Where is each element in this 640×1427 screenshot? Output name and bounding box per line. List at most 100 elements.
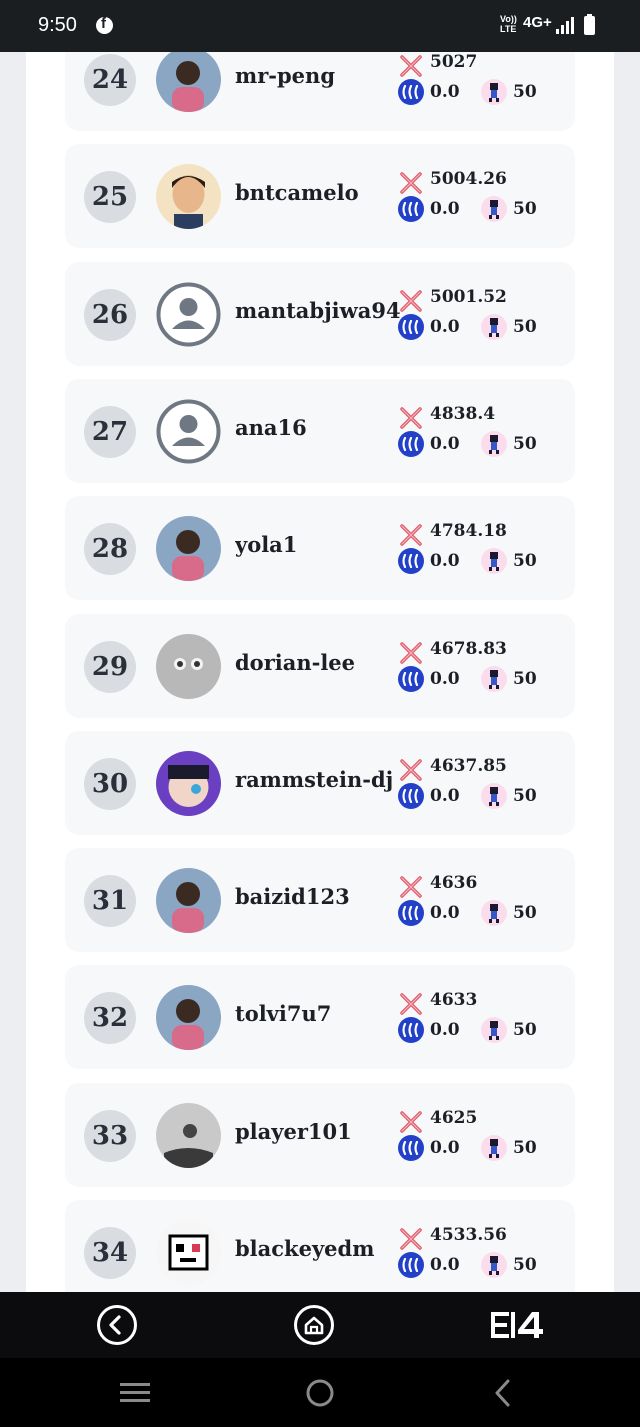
status-bar: 9:50 f Vo)) LTE 4G+ xyxy=(0,0,640,52)
back-button[interactable] xyxy=(97,1305,137,1345)
leaderboard-row[interactable]: 24 mr-peng 5027 0.0 50 xyxy=(65,52,575,131)
rank-badge: 28 xyxy=(84,523,136,575)
crossed-swords-icon xyxy=(399,1110,423,1134)
leaderboard-panel[interactable]: 24 mr-peng 5027 0.0 50 25 bntcamelo 5004.26 0.0 5… xyxy=(26,52,614,1292)
leaderboard-row[interactable]: 29 dorian-lee 4678.83 0.0 50 xyxy=(65,614,575,718)
recents-icon[interactable] xyxy=(118,1380,152,1406)
crossed-swords-icon xyxy=(399,992,423,1016)
steem-reward: 0.0 xyxy=(430,317,460,337)
rank-badge: 32 xyxy=(84,992,136,1044)
rank-badge: 29 xyxy=(84,641,136,693)
steem-reward: 0.0 xyxy=(430,199,460,219)
steem-icon xyxy=(398,666,424,692)
character-icon xyxy=(481,1252,507,1278)
signal-icon xyxy=(556,17,574,34)
user-avatar[interactable] xyxy=(156,164,221,229)
character-icon xyxy=(481,314,507,340)
user-avatar[interactable] xyxy=(156,868,221,933)
home-button[interactable] xyxy=(294,1305,334,1345)
steem-icon xyxy=(398,548,424,574)
steem-icon xyxy=(398,900,424,926)
steem-reward: 0.0 xyxy=(430,551,460,571)
leaderboard-row[interactable]: 30 rammstein-dj 4637.85 0.0 50 xyxy=(65,731,575,835)
steem-icon xyxy=(398,1252,424,1278)
facebook-icon: f xyxy=(96,15,113,34)
back-icon xyxy=(109,1315,121,1335)
battle-score: 4784.18 xyxy=(430,521,507,541)
leaderboard-row[interactable]: 32 tolvi7u7 4633 0.0 50 xyxy=(65,965,575,1069)
steem-icon xyxy=(398,1135,424,1161)
battery-icon xyxy=(584,14,595,35)
battle-score: 4633 xyxy=(430,990,478,1010)
system-nav-bar xyxy=(0,1358,640,1427)
rank-badge: 24 xyxy=(84,54,136,106)
battle-score: 4637.85 xyxy=(430,756,507,776)
leaderboard-row[interactable]: 25 bntcamelo 5004.26 0.0 50 xyxy=(65,144,575,248)
steem-icon xyxy=(398,1017,424,1043)
user-avatar[interactable] xyxy=(156,282,221,347)
steem-icon xyxy=(398,431,424,457)
character-icon xyxy=(481,783,507,809)
leaderboard-row[interactable]: 28 yola1 4784.18 0.0 50 xyxy=(65,496,575,600)
user-avatar[interactable] xyxy=(156,399,221,464)
level-value: 50 xyxy=(513,551,537,571)
steem-reward: 0.0 xyxy=(430,1020,460,1040)
level-value: 50 xyxy=(513,1020,537,1040)
home-icon xyxy=(304,1316,324,1335)
battle-score: 4838.4 xyxy=(430,404,496,424)
user-avatar[interactable] xyxy=(156,1220,221,1285)
battle-score: 4533.56 xyxy=(430,1225,507,1245)
character-icon xyxy=(481,548,507,574)
leaderboard-row[interactable]: 34 blackeyedm 4533.56 0.0 50 xyxy=(65,1200,575,1292)
home-circle-icon[interactable] xyxy=(303,1376,337,1410)
character-icon xyxy=(481,1017,507,1043)
rank-badge: 27 xyxy=(84,406,136,458)
leaderboard-row[interactable]: 26 mantabjiwa94 5001.52 0.0 50 xyxy=(65,262,575,366)
volte-indicator: Vo)) LTE xyxy=(500,14,517,34)
steem-reward: 0.0 xyxy=(430,434,460,454)
rank-badge: 25 xyxy=(84,171,136,223)
steem-reward: 0.0 xyxy=(430,669,460,689)
character-icon xyxy=(481,79,507,105)
rank-badge: 33 xyxy=(84,1110,136,1162)
level-value: 50 xyxy=(513,82,537,102)
level-value: 50 xyxy=(513,903,537,923)
leaderboard-row[interactable]: 27 ana16 4838.4 0.0 50 xyxy=(65,379,575,483)
character-icon xyxy=(481,666,507,692)
back-chevron-icon[interactable] xyxy=(490,1376,516,1410)
user-avatar[interactable] xyxy=(156,985,221,1050)
app-logo-icon[interactable] xyxy=(490,1309,544,1341)
rank-badge: 30 xyxy=(84,758,136,810)
level-value: 50 xyxy=(513,1255,537,1275)
leaderboard-row[interactable]: 33 player101 4625 0.0 50 xyxy=(65,1083,575,1187)
user-avatar[interactable] xyxy=(156,634,221,699)
crossed-swords-icon xyxy=(399,171,423,195)
steem-icon xyxy=(398,314,424,340)
status-time: 9:50 xyxy=(38,14,77,36)
steem-icon xyxy=(398,196,424,222)
steem-icon xyxy=(398,79,424,105)
character-icon xyxy=(481,196,507,222)
battle-score: 5027 xyxy=(430,52,478,72)
crossed-swords-icon xyxy=(399,54,423,78)
crossed-swords-icon xyxy=(399,289,423,313)
user-avatar[interactable] xyxy=(156,52,221,112)
user-avatar[interactable] xyxy=(156,516,221,581)
leaderboard-row[interactable]: 31 baizid123 4636 0.0 50 xyxy=(65,848,575,952)
rank-badge: 31 xyxy=(84,875,136,927)
level-value: 50 xyxy=(513,199,537,219)
user-avatar[interactable] xyxy=(156,751,221,816)
user-avatar[interactable] xyxy=(156,1103,221,1168)
level-value: 50 xyxy=(513,786,537,806)
level-value: 50 xyxy=(513,317,537,337)
steem-reward: 0.0 xyxy=(430,786,460,806)
crossed-swords-icon xyxy=(399,641,423,665)
steem-icon xyxy=(398,783,424,809)
level-value: 50 xyxy=(513,1138,537,1158)
crossed-swords-icon xyxy=(399,406,423,430)
network-type: 4G+ xyxy=(523,14,552,31)
level-value: 50 xyxy=(513,669,537,689)
battle-score: 4625 xyxy=(430,1108,478,1128)
crossed-swords-icon xyxy=(399,758,423,782)
character-icon xyxy=(481,431,507,457)
